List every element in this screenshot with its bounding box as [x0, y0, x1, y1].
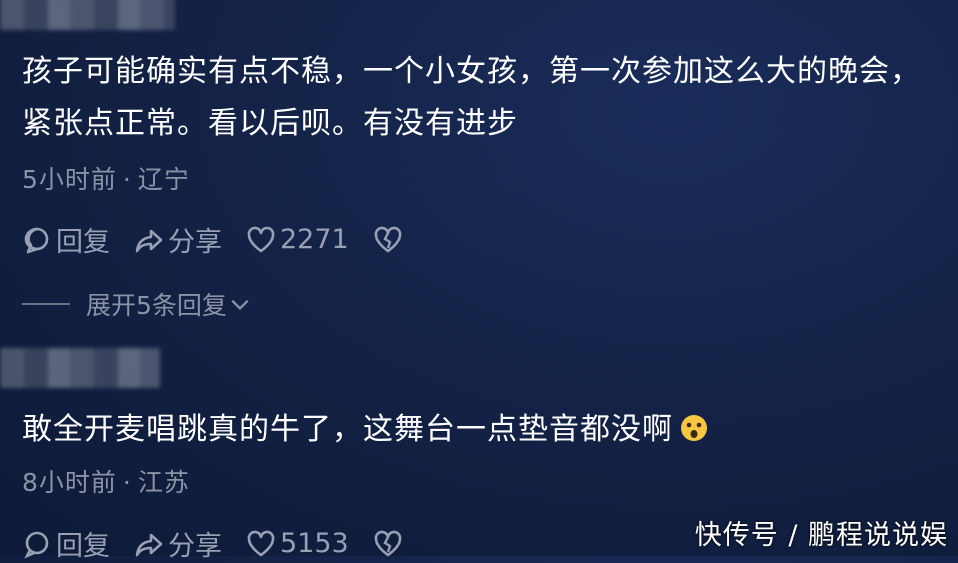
comment-2-actions: 回复 分享 5153 [22, 524, 403, 563]
surprised-face-emoji [681, 415, 707, 441]
dislike-button[interactable] [373, 225, 403, 255]
chevron-down-icon [231, 299, 249, 310]
comment-1-time: 5小时前 [22, 165, 117, 194]
heart-icon [247, 530, 275, 556]
comment-2-body: 敢全开麦唱跳真的牛了，这舞台一点垫音都没啊 [22, 412, 673, 447]
like-button[interactable]: 2271 [246, 224, 349, 255]
comment-2-text: 敢全开麦唱跳真的牛了，这舞台一点垫音都没啊 [22, 404, 942, 456]
dislike-button[interactable] [373, 529, 403, 559]
reply-button[interactable]: 回复 [22, 524, 110, 563]
reply-label: 回复 [56, 531, 110, 562]
broken-heart-icon [374, 530, 402, 556]
watermark: 快传号 / 鹏程说说娱 [694, 520, 948, 551]
comment-1-text: 孩子可能确实有点不稳，一个小女孩，第一次参加这么大的晚会，紧张点正常。看以后呗。… [22, 54, 921, 141]
reply-button[interactable]: 回复 [22, 220, 110, 259]
comment-1-meta: 5小时前 · 辽宁 [22, 160, 190, 196]
share-button[interactable]: 分享 [134, 220, 222, 259]
share-label: 分享 [168, 531, 222, 562]
share-button[interactable]: 分享 [134, 524, 222, 563]
comment-bubble-icon [24, 227, 49, 253]
blurred-username-1 [0, 0, 175, 30]
expand-replies[interactable]: 展开5条回复 [22, 286, 251, 322]
separator-dot: · [122, 468, 132, 497]
share-arrow-icon [135, 229, 163, 252]
comment-bubble-icon [24, 531, 49, 559]
comment-2-location: 江苏 [137, 468, 190, 497]
comment-2-meta: 8小时前 · 江苏 [22, 463, 190, 499]
broken-heart-icon [374, 226, 402, 252]
expand-replies-label: 展开5条回复 [86, 291, 227, 320]
like-count: 2271 [280, 224, 349, 255]
heart-icon [247, 226, 275, 252]
comment-1-location: 辽宁 [137, 165, 190, 194]
reply-label: 回复 [56, 227, 110, 258]
share-label: 分享 [168, 227, 222, 258]
share-arrow-icon [135, 533, 163, 556]
like-count: 5153 [280, 528, 349, 559]
separator-dot: · [122, 165, 132, 194]
like-button[interactable]: 5153 [246, 528, 349, 559]
comment-1-actions: 回复 分享 2271 [22, 220, 403, 259]
blurred-username-2 [0, 348, 160, 388]
comment-2-time: 8小时前 [22, 468, 117, 497]
divider-line [22, 303, 70, 305]
